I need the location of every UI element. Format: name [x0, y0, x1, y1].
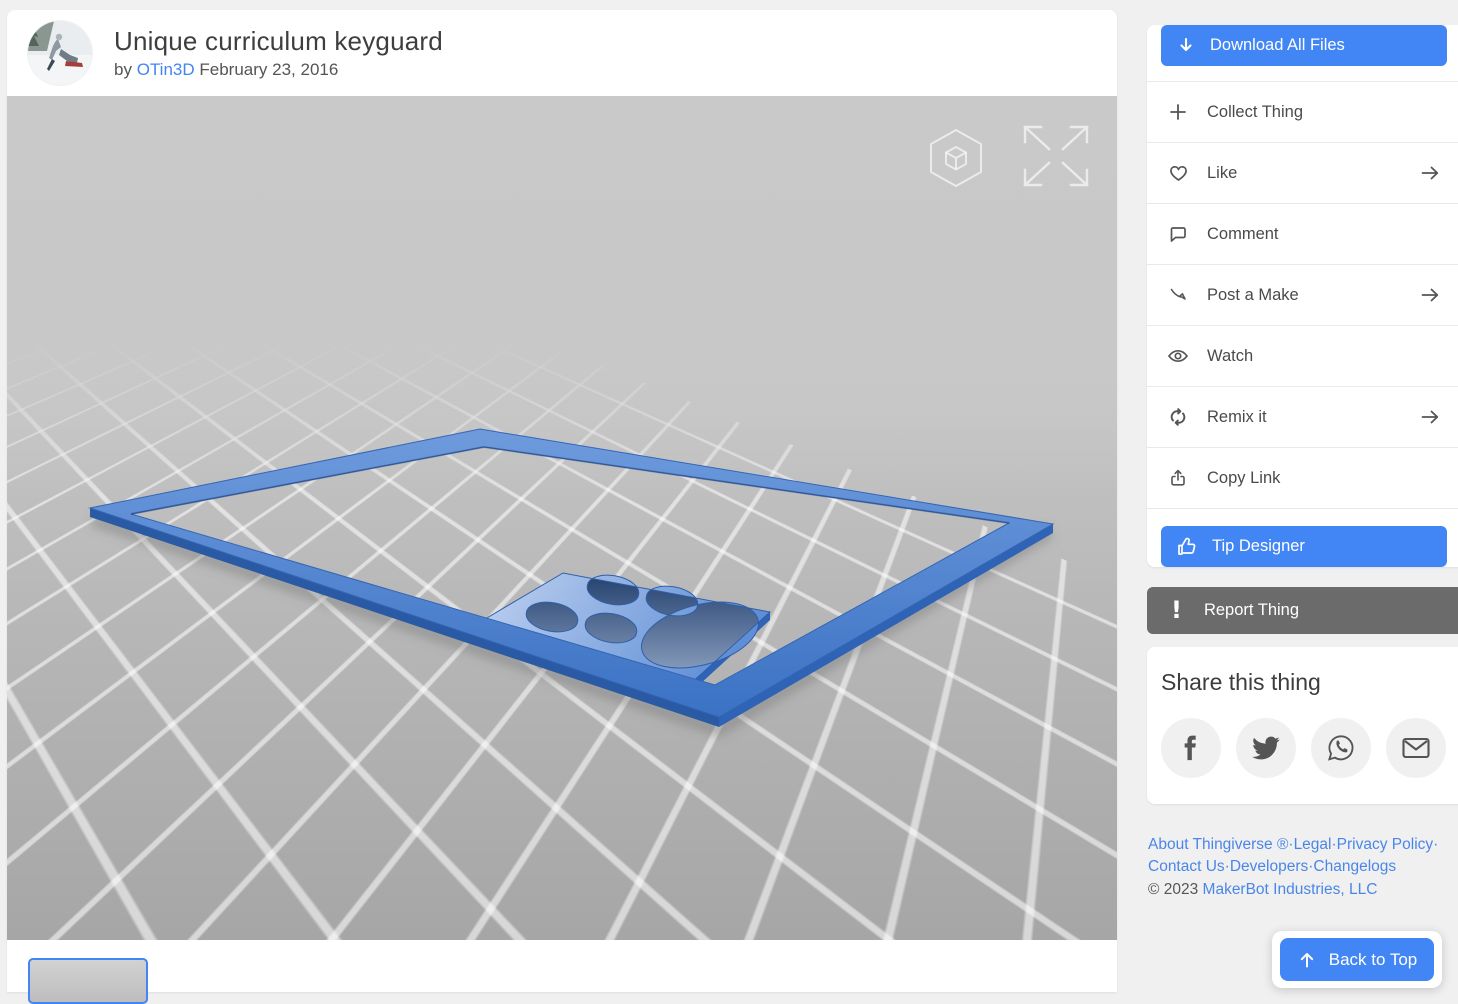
- facebook-share-icon[interactable]: [1161, 718, 1221, 778]
- tip-designer-button[interactable]: Tip Designer: [1161, 526, 1447, 567]
- publish-date: February 23, 2016: [199, 60, 338, 79]
- sidebar-item-watch[interactable]: Watch: [1147, 326, 1458, 386]
- 3d-viewer[interactable]: [7, 96, 1117, 940]
- footer-link-contact[interactable]: Contact Us: [1148, 858, 1225, 875]
- back-to-top-button[interactable]: Back to Top: [1280, 938, 1434, 981]
- footer-link-developers[interactable]: Developers: [1230, 858, 1308, 875]
- arrow-right-icon: [1419, 285, 1441, 305]
- footer-link-about[interactable]: About Thingiverse ®: [1148, 836, 1288, 853]
- arrow-right-icon: [1419, 407, 1441, 427]
- author-link[interactable]: OTin3D: [137, 60, 195, 79]
- twitter-share-icon[interactable]: [1236, 718, 1296, 778]
- keyguard-3d-model[interactable]: [7, 96, 1117, 940]
- thing-title: Unique curriculum keyguard: [114, 26, 443, 57]
- fullscreen-icon[interactable]: [1015, 118, 1097, 199]
- thing-header: Unique curriculum keyguard by OTin3D Feb…: [7, 10, 1117, 96]
- footer-link-legal[interactable]: Legal: [1294, 836, 1332, 853]
- eye-icon: [1167, 346, 1189, 366]
- footer-links: About Thingiverse ®·Legal·Privacy Policy…: [1147, 834, 1453, 901]
- thing-page-card: Unique curriculum keyguard by OTin3D Feb…: [7, 10, 1117, 992]
- sidebar-item-remix-it[interactable]: Remix it: [1147, 387, 1458, 447]
- share-title: Share this thing: [1161, 669, 1453, 696]
- share-box-icon: [1167, 468, 1189, 488]
- avatar-photo: [28, 21, 92, 85]
- remix-icon: [1167, 407, 1189, 427]
- plus-icon: [1167, 102, 1189, 122]
- sidebar-item-post-a-make[interactable]: Post a Make: [1147, 265, 1458, 325]
- back-to-top-container: Back to Top: [1272, 931, 1442, 988]
- sidebar-item-like[interactable]: Like: [1147, 143, 1458, 203]
- whatsapp-share-icon[interactable]: [1311, 718, 1371, 778]
- report-thing-button[interactable]: ! Report Thing: [1147, 587, 1458, 634]
- arrow-right-icon: [1419, 163, 1441, 183]
- download-icon: [1176, 36, 1196, 56]
- exclamation-icon: !: [1171, 596, 1182, 624]
- thing-byline: by OTin3D February 23, 2016: [114, 60, 338, 80]
- heart-icon: [1167, 163, 1189, 183]
- byline-prefix: by: [114, 60, 132, 79]
- sidebar-item-comment[interactable]: Comment: [1147, 204, 1458, 264]
- sidebar-item-collect-thing[interactable]: Collect Thing: [1147, 82, 1458, 142]
- comment-icon: [1167, 224, 1189, 244]
- thing-actions-panel: Download All Files Collect Thing Like: [1147, 25, 1458, 567]
- email-share-icon[interactable]: [1386, 718, 1446, 778]
- 3d-view-cube-icon[interactable]: [925, 126, 987, 195]
- pencil-icon: [1167, 285, 1189, 305]
- makerbot-link[interactable]: MakerBot Industries, LLC: [1203, 881, 1378, 898]
- footer-link-privacy[interactable]: Privacy Policy: [1337, 836, 1433, 853]
- model-thumbnail[interactable]: [28, 958, 148, 1004]
- copyright-text: © 2023: [1148, 881, 1198, 898]
- download-all-files-button[interactable]: Download All Files: [1161, 25, 1447, 66]
- thumbnail-strip: [7, 940, 1117, 992]
- share-panel: Share this thing: [1147, 647, 1458, 804]
- arrow-up-icon: [1297, 950, 1317, 970]
- sidebar-item-copy-link[interactable]: Copy Link: [1147, 448, 1458, 508]
- avatar[interactable]: [28, 21, 92, 85]
- thumbs-up-icon: [1176, 536, 1198, 557]
- footer-link-changelogs[interactable]: Changelogs: [1313, 858, 1396, 875]
